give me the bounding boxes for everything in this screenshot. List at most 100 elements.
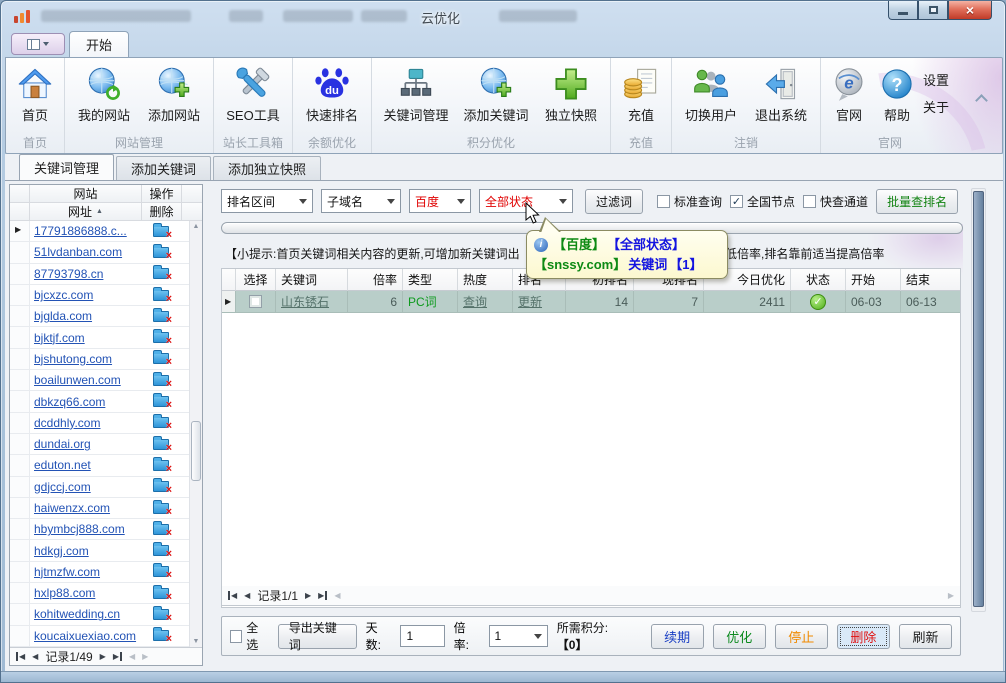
row-checkbox[interactable] — [249, 295, 262, 308]
prev-page-icon[interactable]: ◀ — [244, 591, 250, 600]
delete-site-button[interactable]: × — [142, 247, 180, 258]
fast-channel-checkbox[interactable]: 快查通道 — [803, 193, 868, 210]
column-site[interactable]: 网站 — [30, 185, 142, 202]
delete-site-button[interactable]: × — [142, 545, 180, 556]
delete-site-button[interactable]: × — [142, 290, 180, 301]
tab-add-snapshot[interactable]: 添加独立快照 — [213, 156, 321, 180]
official-site-button[interactable]: e 官网 — [825, 62, 873, 134]
last-page-icon[interactable]: ▶ — [318, 591, 327, 600]
tab-keyword-manage[interactable]: 关键词管理 — [19, 154, 114, 180]
delete-site-button[interactable]: × — [142, 268, 180, 279]
site-link[interactable]: hxlp88.com — [30, 586, 142, 600]
standard-query-checkbox[interactable]: 标准查询 — [657, 193, 722, 210]
site-link[interactable]: 51lvdanban.com — [30, 245, 142, 259]
rank-update-link[interactable]: 更新 — [518, 293, 542, 310]
rank-range-select[interactable]: 排名区间 — [221, 189, 313, 213]
renew-button[interactable]: 续期 — [651, 624, 704, 649]
column-url[interactable]: 网址▲ — [30, 203, 142, 220]
switch-user-button[interactable]: 切换用户 — [676, 62, 746, 134]
site-link[interactable]: bjcxzc.com — [30, 288, 142, 302]
delete-site-button[interactable]: × — [142, 332, 180, 343]
site-link[interactable]: hbymbcj888.com — [30, 522, 142, 536]
recharge-button[interactable]: 充值 — [615, 62, 667, 134]
site-link[interactable]: dcddhly.com — [30, 416, 142, 430]
delete-site-button[interactable]: × — [142, 460, 180, 471]
column-type[interactable]: 类型 — [403, 269, 458, 291]
delete-button[interactable]: 删除 — [837, 624, 890, 649]
add-site-button[interactable]: 添加网站 — [139, 62, 209, 134]
national-node-checkbox[interactable]: ✓全国节点 — [730, 193, 795, 210]
last-page-icon[interactable]: ▶ — [113, 652, 122, 661]
site-link[interactable]: 87793798.cn — [30, 267, 142, 281]
site-link[interactable]: dbkzq66.com — [30, 395, 142, 409]
column-heat[interactable]: 热度 — [458, 269, 513, 291]
column-status[interactable]: 状态 — [791, 269, 846, 291]
first-page-icon[interactable]: ◀ — [228, 591, 237, 600]
site-list-scrollbar[interactable]: ▲ ▼ — [189, 221, 202, 647]
standalone-snapshot-button[interactable]: 独立快照 — [536, 62, 606, 134]
next-page-icon[interactable]: ▶ — [305, 591, 311, 600]
column-end[interactable]: 结束 — [901, 269, 960, 291]
column-rate[interactable]: 倍率 — [348, 269, 403, 291]
subdomain-select[interactable]: 子域名 — [321, 189, 401, 213]
about-button[interactable]: 关于 — [923, 97, 949, 116]
delete-site-button[interactable]: × — [142, 524, 180, 535]
site-link[interactable]: koucaixuexiao.com — [30, 629, 142, 643]
heat-query-link[interactable]: 查询 — [463, 293, 487, 310]
delete-site-button[interactable]: × — [142, 375, 180, 386]
site-link[interactable]: kohitwedding.cn — [30, 607, 142, 621]
scrollbar-thumb[interactable] — [191, 421, 201, 481]
site-link[interactable]: haiwenzx.com — [30, 501, 142, 515]
delete-site-button[interactable]: × — [142, 311, 180, 322]
add-keyword-button[interactable]: 添加关键词 — [456, 62, 536, 134]
delete-site-button[interactable]: × — [142, 439, 180, 450]
site-link[interactable]: dundai.org — [30, 437, 142, 451]
keyword-link[interactable]: 山东锈石 — [281, 293, 329, 310]
select-all-checkbox[interactable]: 全选 — [230, 619, 269, 653]
settings-button[interactable]: 设置 — [923, 70, 949, 89]
page-vertical-scrollbar[interactable] — [971, 188, 986, 612]
help-button[interactable]: ? 帮助 — [873, 62, 921, 134]
site-link[interactable]: gdjccj.com — [30, 480, 142, 494]
days-input[interactable]: 1 — [400, 625, 444, 647]
site-link[interactable]: hdkgj.com — [30, 544, 142, 558]
keyword-manage-button[interactable]: 关键词管理 — [376, 62, 456, 134]
keyword-row[interactable]: 山东锈石 6 PC词 查询 更新 14 7 2411 ✓ 06-03 06-13 — [222, 291, 960, 313]
column-start[interactable]: 开始 — [846, 269, 901, 291]
app-menu-button[interactable] — [11, 33, 65, 55]
column-keyword[interactable]: 关键词 — [276, 269, 348, 291]
site-link[interactable]: bjglda.com — [30, 309, 142, 323]
quick-rank-button[interactable]: du 快速排名 — [297, 62, 367, 134]
delete-site-button[interactable]: × — [142, 630, 180, 641]
delete-site-button[interactable]: × — [142, 353, 180, 364]
delete-site-button[interactable]: × — [142, 481, 180, 492]
engine-select[interactable]: 百度 — [409, 189, 471, 213]
export-keywords-button[interactable]: 导出关键词 — [278, 624, 357, 649]
delete-site-button[interactable]: × — [142, 226, 180, 237]
site-link[interactable]: 17791886888.c... — [30, 224, 142, 238]
filter-words-button[interactable]: 过滤词 — [585, 189, 643, 214]
close-button[interactable]: × — [948, 1, 992, 20]
stop-button[interactable]: 停止 — [775, 624, 828, 649]
optimize-button[interactable]: 优化 — [713, 624, 766, 649]
refresh-button[interactable]: 刷新 — [899, 624, 952, 649]
delete-site-button[interactable]: × — [142, 588, 180, 599]
home-button[interactable]: 首页 — [10, 62, 60, 134]
batch-rank-check-button[interactable]: 批量查排名 — [876, 189, 958, 214]
scroll-down-icon[interactable]: ▼ — [190, 638, 202, 645]
scrollbar-thumb[interactable] — [973, 191, 984, 607]
seo-tools-button[interactable]: SEO工具 — [218, 62, 288, 134]
delete-site-button[interactable]: × — [142, 417, 180, 428]
column-select[interactable]: 选择 — [236, 269, 276, 291]
prev-page-icon[interactable]: ◀ — [32, 652, 38, 661]
delete-site-button[interactable]: × — [142, 609, 180, 620]
site-link[interactable]: bjktjf.com — [30, 331, 142, 345]
exit-button[interactable]: 退出系统 — [746, 62, 816, 134]
first-page-icon[interactable]: ◀ — [16, 652, 25, 661]
restore-button[interactable] — [918, 1, 948, 20]
site-link[interactable]: boailunwen.com — [30, 373, 142, 387]
next-page-icon[interactable]: ▶ — [100, 652, 106, 661]
scroll-up-icon[interactable]: ▲ — [190, 223, 202, 230]
ribbon-tab-start[interactable]: 开始 — [69, 31, 129, 57]
delete-site-button[interactable]: × — [142, 396, 180, 407]
